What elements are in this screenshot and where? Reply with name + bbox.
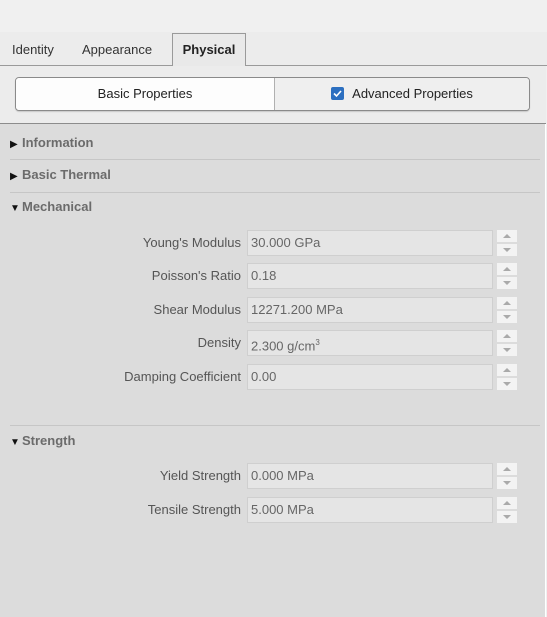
tensile-strength-input[interactable]: 5.000 MPa (247, 497, 493, 523)
collapse-arrow-icon: ▼ (10, 437, 20, 448)
advanced-properties-checkbox[interactable] (331, 87, 345, 100)
chevron-down-icon (503, 348, 511, 352)
field-row-damping-coefficient: Damping Coefficient 0.00 (0, 363, 546, 391)
chevron-up-icon (503, 334, 511, 338)
spin-up-button[interactable] (497, 497, 517, 509)
field-row-yield-strength: Yield Strength 0.000 MPa (0, 462, 546, 490)
tab-physical[interactable]: Physical (172, 33, 246, 67)
density-unit-exponent: 3 (315, 338, 320, 347)
chevron-up-icon (503, 501, 511, 505)
field-label: Shear Modulus (153, 302, 241, 317)
field-label: Tensile Strength (147, 502, 241, 517)
section-basic-thermal[interactable]: ▶ Basic Thermal (10, 165, 111, 185)
spin-up-button[interactable] (497, 364, 517, 376)
chevron-down-icon (503, 315, 511, 319)
advanced-properties-label: Advanced Properties (352, 86, 473, 101)
spin-down-button[interactable] (497, 311, 517, 323)
checkmark-icon (333, 90, 342, 98)
section-information[interactable]: ▶ Information (10, 133, 94, 153)
shear-modulus-spinner (497, 297, 517, 323)
shear-modulus-input[interactable]: 12271.200 MPa (247, 297, 493, 323)
poissons-ratio-input[interactable]: 0.18 (247, 263, 493, 289)
section-title: Information (22, 135, 94, 150)
section-strength[interactable]: ▼ Strength (10, 431, 75, 451)
tensile-strength-spinner (497, 497, 517, 523)
chevron-up-icon (503, 368, 511, 372)
yield-strength-input[interactable]: 0.000 MPa (247, 463, 493, 489)
tab-bar: Identity Appearance Physical (0, 32, 547, 67)
yield-strength-spinner (497, 463, 517, 489)
advanced-properties-button[interactable]: Advanced Properties (275, 78, 529, 110)
collapse-arrow-icon: ▼ (10, 203, 20, 214)
tab-identity[interactable]: Identity (4, 36, 62, 66)
chevron-up-icon (503, 467, 511, 471)
spin-up-button[interactable] (497, 230, 517, 242)
chevron-up-icon (503, 301, 511, 305)
density-spinner (497, 330, 517, 356)
field-row-shear-modulus: Shear Modulus 12271.200 MPa (0, 296, 546, 324)
density-input[interactable]: 2.300 g/cm3 (247, 330, 493, 356)
damping-coefficient-input[interactable]: 0.00 (247, 364, 493, 390)
field-row-tensile-strength: Tensile Strength 5.000 MPa (0, 496, 546, 524)
damping-coefficient-spinner (497, 364, 517, 390)
field-label: Poisson's Ratio (151, 268, 241, 283)
youngs-modulus-spinner (497, 230, 517, 256)
youngs-modulus-input[interactable]: 30.000 GPa (247, 230, 493, 256)
section-mechanical[interactable]: ▼ Mechanical (10, 197, 92, 217)
chevron-up-icon (503, 267, 511, 271)
window-top-strip (0, 0, 547, 34)
field-label: Yield Strength (159, 468, 241, 483)
spin-down-button[interactable] (497, 378, 517, 390)
spin-down-button[interactable] (497, 277, 517, 289)
field-label: Young's Modulus (142, 235, 241, 250)
chevron-down-icon (503, 281, 511, 285)
section-title: Mechanical (22, 199, 93, 214)
expand-arrow-icon: ▶ (10, 139, 18, 150)
field-label: Density (197, 335, 241, 350)
basic-properties-button[interactable]: Basic Properties (16, 78, 275, 110)
spin-up-button[interactable] (497, 330, 517, 342)
spin-up-button[interactable] (497, 297, 517, 309)
section-title: Basic Thermal (22, 167, 111, 182)
physical-properties-panel: Basic Properties Advanced Properties ▶ In… (0, 66, 546, 617)
mode-toggle-area: Basic Properties Advanced Properties (0, 66, 546, 124)
spin-down-button[interactable] (497, 511, 517, 523)
section-title: Strength (22, 433, 76, 448)
divider (10, 159, 540, 160)
spin-up-button[interactable] (497, 463, 517, 475)
spin-down-button[interactable] (497, 477, 517, 489)
field-label: Damping Coefficient (124, 369, 241, 384)
field-row-youngs-modulus: Young's Modulus 30.000 GPa (0, 229, 546, 257)
field-row-density: Density 2.300 g/cm3 (0, 329, 546, 357)
chevron-up-icon (503, 234, 511, 238)
spin-down-button[interactable] (497, 244, 517, 256)
density-value: 2.300 g/cm (251, 338, 316, 354)
expand-arrow-icon: ▶ (10, 171, 18, 182)
spin-up-button[interactable] (497, 263, 517, 275)
chevron-down-icon (503, 248, 511, 252)
properties-mode-toggle: Basic Properties Advanced Properties (15, 77, 530, 111)
poissons-ratio-spinner (497, 263, 517, 289)
divider (10, 425, 540, 426)
chevron-down-icon (503, 481, 511, 485)
chevron-down-icon (503, 515, 511, 519)
field-row-poissons-ratio: Poisson's Ratio 0.18 (0, 262, 546, 290)
spin-down-button[interactable] (497, 344, 517, 356)
chevron-down-icon (503, 382, 511, 386)
divider (10, 192, 540, 193)
tab-appearance[interactable]: Appearance (74, 36, 160, 66)
